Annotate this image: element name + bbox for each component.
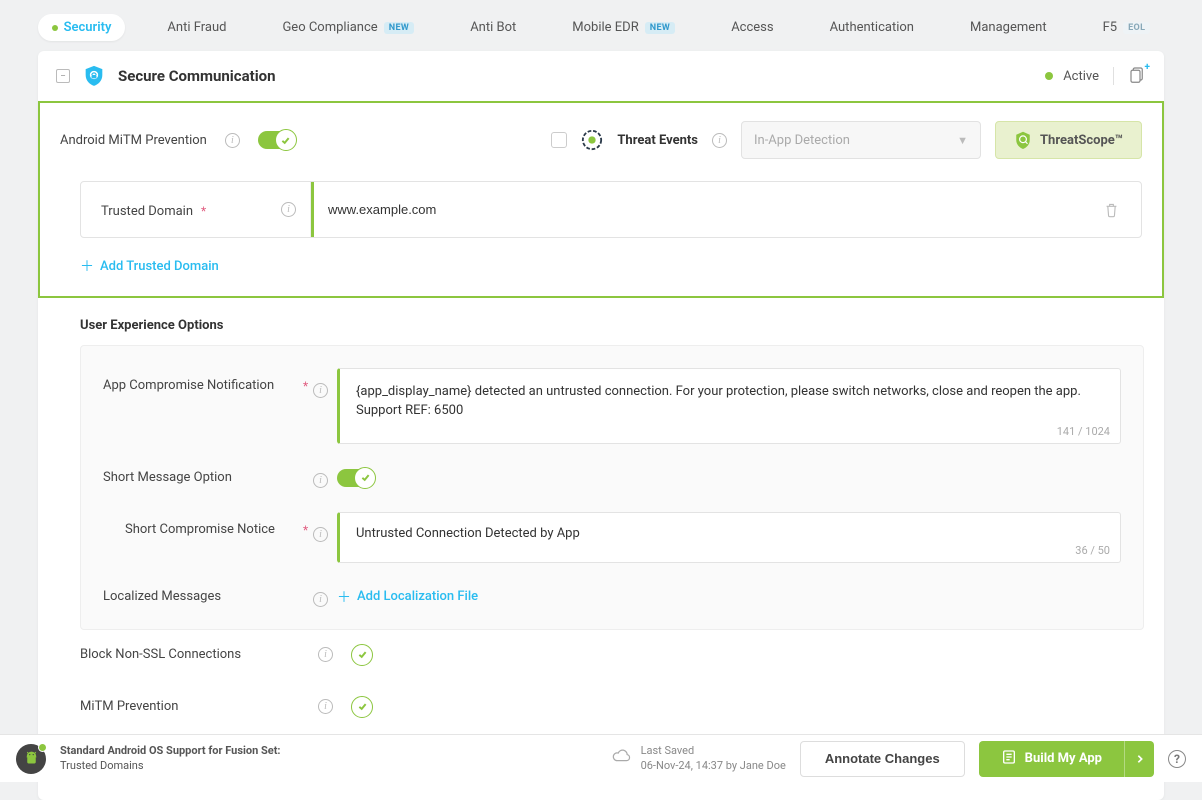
trusted-domain-row: Trusted Domain * i bbox=[80, 181, 1142, 238]
status-dot-icon bbox=[1045, 72, 1053, 80]
info-icon[interactable]: i bbox=[313, 383, 328, 398]
info-icon[interactable]: i bbox=[318, 699, 333, 714]
threat-events-checkbox[interactable] bbox=[551, 132, 567, 148]
build-app-button[interactable]: Build My App bbox=[979, 741, 1154, 777]
required-marker: * bbox=[303, 368, 313, 393]
status-group: Active + bbox=[1045, 65, 1146, 87]
help-button[interactable]: ? bbox=[1168, 750, 1186, 768]
build-icon bbox=[1001, 749, 1017, 769]
plus-badge-icon: + bbox=[1145, 62, 1150, 73]
char-counter: 36 / 50 bbox=[1075, 544, 1110, 557]
status-label: Active bbox=[1063, 69, 1099, 84]
collapse-toggle[interactable]: − bbox=[56, 69, 70, 83]
new-badge: NEW bbox=[645, 22, 676, 34]
card-title: Secure Communication bbox=[118, 67, 1031, 85]
threat-events-icon bbox=[581, 129, 603, 151]
online-dot-icon bbox=[38, 743, 47, 752]
app-compromise-label: App Compromise Notification bbox=[103, 368, 303, 393]
add-trusted-domain-link[interactable]: ＋ Add Trusted Domain bbox=[80, 256, 1142, 276]
divider bbox=[1113, 67, 1114, 85]
threatscope-button[interactable]: ThreatScope™ bbox=[995, 121, 1142, 159]
plus-icon: ＋ bbox=[337, 587, 351, 607]
cloud-icon bbox=[611, 748, 631, 768]
tab-geo-compliance[interactable]: Geo Compliance NEW bbox=[268, 14, 428, 41]
main-card: − Secure Communication Active + Android … bbox=[38, 51, 1164, 800]
info-icon[interactable]: i bbox=[313, 473, 328, 488]
mitm-label: Android MiTM Prevention bbox=[60, 133, 207, 148]
tab-anti-bot[interactable]: Anti Bot bbox=[456, 14, 530, 41]
tab-f5[interactable]: F5 EOL bbox=[1089, 14, 1165, 41]
mitm-prev-label: MiTM Prevention bbox=[80, 699, 300, 714]
last-saved: Last Saved 06-Nov-24, 14:37 by Jane Doe bbox=[611, 744, 786, 773]
required-marker: * bbox=[201, 204, 206, 218]
char-counter: 141 / 1024 bbox=[1057, 425, 1110, 438]
copy-icon[interactable]: + bbox=[1128, 65, 1146, 87]
plus-icon: ＋ bbox=[80, 256, 94, 276]
info-icon[interactable]: i bbox=[712, 133, 727, 148]
threat-events-label: Threat Events bbox=[617, 133, 698, 148]
info-icon[interactable]: i bbox=[313, 527, 328, 542]
add-localization-link[interactable]: ＋ Add Localization File bbox=[337, 587, 1121, 607]
mitm-prev-toggle[interactable] bbox=[351, 696, 373, 718]
block-ssl-label: Block Non-SSL Connections bbox=[80, 647, 300, 662]
threatscope-shield-icon bbox=[1014, 131, 1032, 149]
required-marker: * bbox=[303, 512, 313, 537]
select-value: In-App Detection bbox=[754, 133, 850, 148]
threatscope-label: ThreatScope™ bbox=[1040, 133, 1123, 148]
status-dot-icon bbox=[52, 25, 58, 31]
info-icon[interactable]: i bbox=[318, 647, 333, 662]
ux-panel: App Compromise Notification * i {app_dis… bbox=[80, 345, 1144, 630]
tab-anti-fraud[interactable]: Anti Fraud bbox=[153, 14, 240, 41]
tab-mobile-edr[interactable]: Mobile EDR NEW bbox=[558, 14, 689, 41]
short-msg-toggle[interactable] bbox=[337, 469, 375, 487]
top-tabs: Security Anti Fraud Geo Compliance NEW A… bbox=[0, 0, 1202, 51]
tab-security[interactable]: Security bbox=[38, 14, 126, 41]
chevron-down-icon: ▼ bbox=[957, 134, 968, 147]
short-notice-input[interactable]: Untrusted Connection Detected by App 36 … bbox=[337, 512, 1121, 563]
trusted-domain-input[interactable] bbox=[314, 184, 1081, 235]
domain-label: Trusted Domain bbox=[101, 204, 193, 219]
card-header: − Secure Communication Active + bbox=[38, 51, 1164, 101]
build-dropdown-caret[interactable] bbox=[1124, 741, 1154, 777]
block-ssl-toggle[interactable] bbox=[351, 644, 373, 666]
shield-icon bbox=[84, 65, 104, 87]
delete-domain-button[interactable] bbox=[1081, 182, 1141, 237]
eol-badge: EOL bbox=[1123, 22, 1150, 34]
info-icon[interactable]: i bbox=[313, 592, 328, 607]
app-compromise-text-input[interactable]: {app_display_name} detected an untrusted… bbox=[337, 368, 1121, 444]
footer-meta: Standard Android OS Support for Fusion S… bbox=[60, 744, 281, 773]
ux-section-title: User Experience Options bbox=[80, 318, 1144, 333]
footer-bar: Standard Android OS Support for Fusion S… bbox=[0, 734, 1202, 782]
android-icon bbox=[16, 744, 46, 774]
info-icon[interactable]: i bbox=[281, 202, 296, 217]
short-notice-label: Short Compromise Notice bbox=[125, 512, 303, 537]
short-msg-label: Short Message Option bbox=[103, 470, 303, 485]
info-icon[interactable]: i bbox=[225, 133, 240, 148]
new-badge: NEW bbox=[384, 22, 415, 34]
tab-label: Security bbox=[64, 20, 112, 35]
detection-select[interactable]: In-App Detection ▼ bbox=[741, 121, 981, 159]
tab-management[interactable]: Management bbox=[956, 14, 1061, 41]
mitm-panel: Android MiTM Prevention i Threat Events … bbox=[38, 101, 1164, 298]
annotate-button[interactable]: Annotate Changes bbox=[800, 741, 965, 777]
tab-authentication[interactable]: Authentication bbox=[816, 14, 928, 41]
localized-msgs-label: Localized Messages bbox=[103, 589, 303, 604]
tab-access[interactable]: Access bbox=[717, 14, 787, 41]
mitm-toggle[interactable] bbox=[258, 131, 296, 149]
